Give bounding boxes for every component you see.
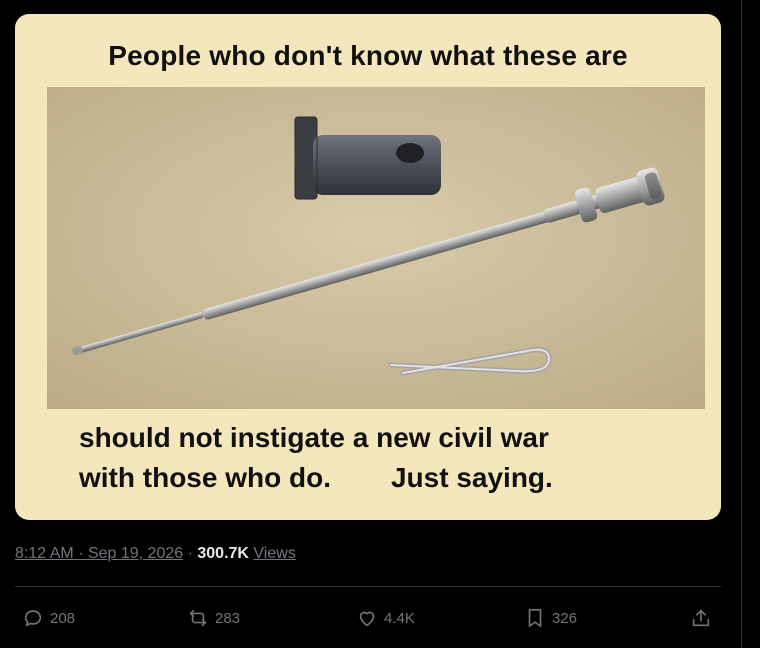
repost-icon (189, 609, 207, 627)
repost-count: 283 (215, 609, 241, 627)
timestamp-link[interactable]: 8:12 AM · Sep 19, 2026 (15, 545, 183, 562)
meta-separator-2: · (187, 545, 193, 562)
caption-line-1: should not instigate a new civil war (79, 422, 549, 453)
bookmark-count: 326 (552, 609, 578, 627)
reply-button[interactable]: 208 (22, 600, 75, 636)
views-link[interactable]: 300.7K Views (197, 545, 295, 562)
views-label: Views (253, 545, 296, 562)
timestamp-time: 8:12 AM (15, 545, 74, 562)
reply-count: 208 (50, 609, 76, 627)
like-button[interactable]: 4.4K (356, 600, 415, 636)
views-count: 300.7K (197, 545, 249, 562)
divider (15, 586, 721, 587)
meme-caption-bottom: should not instigate a new civil war wit… (79, 418, 689, 498)
meta-separator-1: · (78, 545, 84, 562)
timestamp-date: Sep 19, 2026 (87, 545, 184, 562)
heart-icon (359, 611, 375, 627)
like-count: 4.4K (384, 609, 415, 627)
repost-button[interactable]: 283 (187, 600, 240, 636)
tweet-image[interactable]: People who don't know what these are sho… (15, 14, 721, 520)
share-icon (692, 609, 710, 627)
bookmark-button[interactable]: 326 (524, 600, 577, 636)
tweet-meta: 8:12 AM · Sep 19, 2026 · 300.7K Views (15, 545, 296, 563)
caption-line-2: with those who do. Just saying. (79, 458, 689, 498)
caption-line-2a: with those who do. (79, 462, 331, 493)
bookmark-icon (528, 608, 542, 628)
tweet-actions: 208 283 4.4K 326 (0, 600, 740, 636)
meme-caption-top: People who don't know what these are (108, 40, 628, 71)
caption-line-2b: Just saying. (390, 462, 553, 493)
share-button[interactable] (690, 600, 718, 636)
meme-photo (47, 87, 705, 409)
column-divider (741, 0, 742, 648)
reply-icon (24, 610, 42, 627)
